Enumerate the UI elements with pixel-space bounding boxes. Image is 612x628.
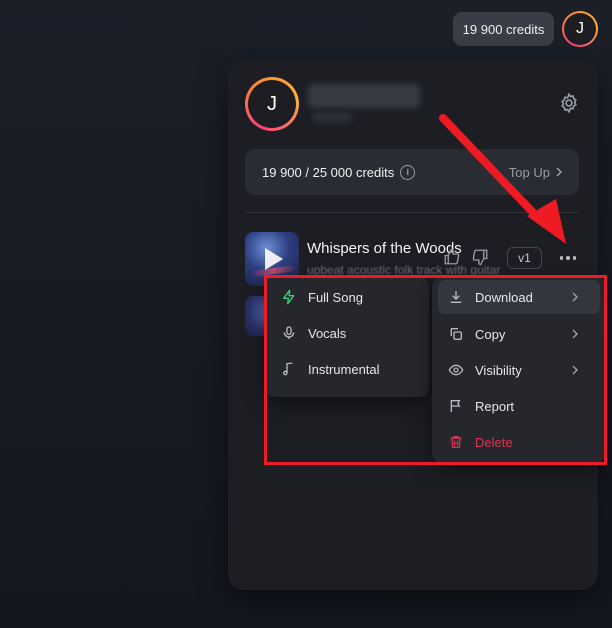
panel-avatar: J (245, 77, 299, 131)
gear-icon[interactable] (558, 92, 580, 114)
credits-pill[interactable]: 19 900 credits (453, 12, 554, 46)
song-options-menu: Download Copy Visibility Report Delete (432, 277, 606, 463)
version-badge[interactable]: v1 (507, 247, 542, 269)
thumbs-down-icon[interactable] (471, 248, 489, 266)
menu-item-label: Download (475, 289, 533, 305)
menu-item-report[interactable]: Report (438, 389, 600, 423)
menu-item-vocals[interactable]: Vocals (271, 316, 423, 350)
dot (559, 256, 564, 260)
menu-item-delete[interactable]: Delete (438, 425, 600, 459)
top-up-label: Top Up (508, 164, 550, 180)
chevron-right-icon (572, 292, 579, 302)
menu-item-label: Delete (475, 434, 513, 450)
bolt-icon (283, 289, 295, 305)
menu-item-visibility[interactable]: Visibility (438, 353, 600, 387)
trash-icon (450, 436, 462, 448)
copy-icon (450, 328, 462, 340)
dot (566, 256, 570, 260)
more-options-button[interactable] (557, 250, 579, 266)
chevron-right-icon (572, 329, 579, 339)
microphone-icon (283, 326, 295, 339)
flag-icon (450, 400, 461, 412)
chevron-right-icon (572, 365, 579, 375)
play-icon[interactable] (265, 248, 283, 270)
eye-icon (448, 364, 464, 376)
song-title[interactable]: Whispers of the Woods (307, 240, 462, 257)
username-redacted (308, 84, 420, 108)
menu-item-label: Copy (475, 326, 506, 342)
dot (572, 256, 577, 260)
credits-text: 19 900 / 25 000 credits (262, 164, 395, 180)
credits-summary: 19 900 / 25 000 credits i Top Up (245, 149, 579, 195)
download-submenu: Full Song Vocals Instrumental (265, 277, 429, 397)
profile-avatar-button[interactable]: J (562, 11, 598, 47)
menu-item-label: Full Song (308, 289, 363, 305)
music-note-icon (283, 362, 293, 376)
divider (245, 212, 579, 213)
menu-item-label: Visibility (475, 362, 522, 378)
thumbs-up-icon[interactable] (443, 248, 461, 266)
menu-item-label: Report (475, 398, 515, 414)
download-icon (450, 291, 462, 303)
menu-item-download[interactable]: Download (438, 280, 600, 314)
menu-item-instrumental[interactable]: Instrumental (271, 352, 423, 386)
menu-item-full-song[interactable]: Full Song (271, 280, 423, 314)
chevron-right-icon (556, 167, 563, 177)
menu-item-copy[interactable]: Copy (438, 317, 600, 351)
top-up-link[interactable]: Top Up (509, 165, 563, 180)
info-icon[interactable]: i (400, 164, 416, 180)
handle-redacted (312, 112, 352, 122)
menu-item-label: Vocals (308, 325, 347, 341)
menu-item-label: Instrumental (308, 361, 380, 377)
avatar-initial: J (564, 13, 596, 45)
panel-avatar-initial: J (248, 80, 296, 128)
